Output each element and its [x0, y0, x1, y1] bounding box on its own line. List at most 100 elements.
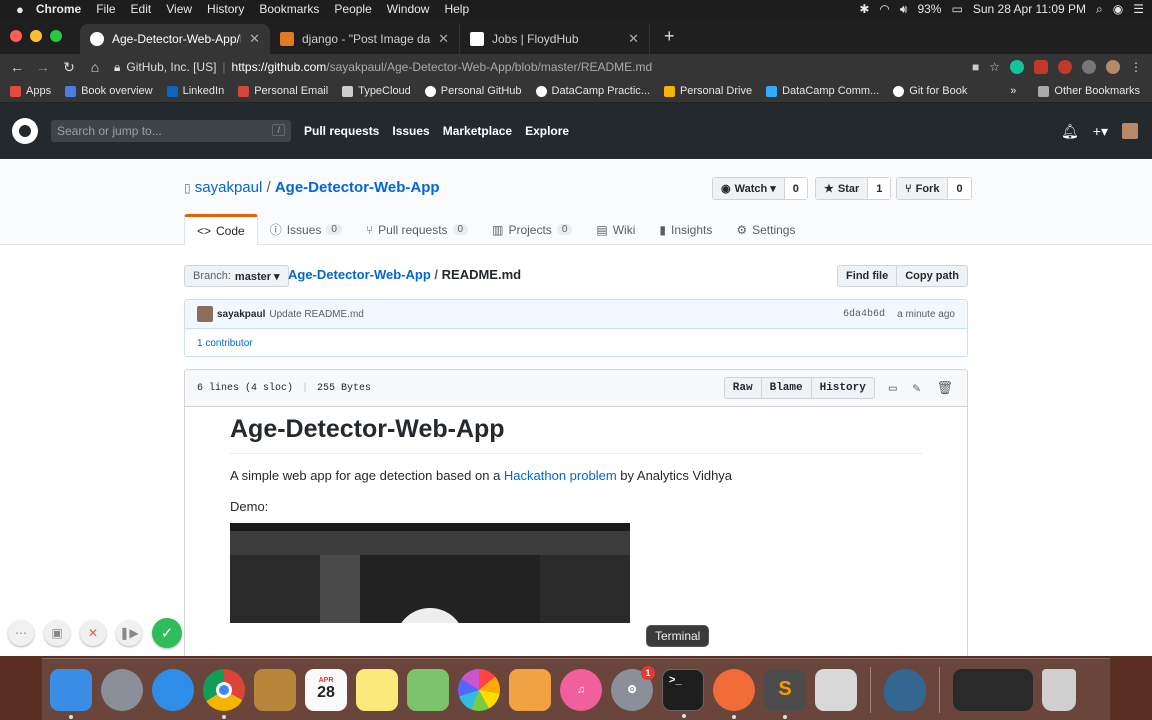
tab-pull-requests[interactable]: ⑂ Pull requests 0: [354, 214, 480, 245]
bookmark-linkedin[interactable]: LinkedIn: [166, 85, 224, 97]
pencil-icon[interactable]: ✎: [913, 381, 921, 396]
fork-button[interactable]: ⑂ Fork: [897, 178, 949, 199]
menu-help[interactable]: Help: [444, 2, 469, 16]
find-file-button[interactable]: Find file: [837, 265, 898, 287]
cancel-recording-icon[interactable]: ✕: [80, 620, 106, 646]
dock-photos-icon[interactable]: [458, 668, 500, 711]
commit-author-avatar[interactable]: [197, 306, 213, 322]
tab-settings[interactable]: ⚙ Settings: [724, 214, 807, 245]
forward-button[interactable]: →: [30, 59, 56, 75]
commit-author[interactable]: sayakpaul: [217, 309, 265, 320]
camera-toggle-icon[interactable]: ▣: [44, 620, 70, 646]
siri-icon[interactable]: ◉: [1113, 2, 1123, 16]
chrome-menu-icon[interactable]: ⋮: [1130, 60, 1142, 74]
trash-icon[interactable]: 🗑︎: [936, 381, 953, 396]
dock-trash-icon[interactable]: [1042, 668, 1076, 711]
menu-edit[interactable]: Edit: [131, 2, 152, 16]
search-input[interactable]: Search or jump to... /: [51, 120, 291, 142]
tab-code[interactable]: <> Code: [184, 214, 258, 245]
bookmark-git-for-book[interactable]: Git for Book: [893, 85, 967, 97]
nav-explore[interactable]: Explore: [525, 124, 569, 138]
dock-desktop-stack-icon[interactable]: [953, 668, 1033, 711]
wifi-icon[interactable]: ◠: [879, 2, 889, 16]
repo-name-link[interactable]: Age-Detector-Web-App: [275, 179, 440, 196]
commit-message[interactable]: Update README.md: [269, 309, 363, 320]
star-button[interactable]: ★ Star: [816, 178, 869, 199]
notifications-bell-icon[interactable]: 🔔︎: [1061, 123, 1079, 140]
watch-button[interactable]: ◉ Watch ▾: [713, 178, 785, 199]
dock-maps-icon[interactable]: [407, 668, 449, 711]
tab-issues[interactable]: ⓘ Issues 0: [258, 214, 354, 245]
github-logo-icon[interactable]: [12, 118, 38, 144]
tab-github-readme[interactable]: Age-Detector-Web-App/READM ✕: [80, 24, 270, 54]
tab-floydhub[interactable]: Jobs | FloydHub ✕: [460, 24, 650, 54]
menu-file[interactable]: File: [96, 2, 115, 16]
dock-postgresql-icon[interactable]: [884, 668, 926, 711]
menu-people[interactable]: People: [334, 2, 371, 16]
dock-sublime-text-icon[interactable]: S: [764, 668, 806, 719]
bookmark-apps[interactable]: Apps: [10, 85, 51, 97]
tab-projects[interactable]: ▥ Projects 0: [480, 214, 584, 245]
grammarly-icon[interactable]: [1010, 60, 1024, 74]
bookmark-datacamp-community[interactable]: DataCamp Comm...: [766, 85, 879, 97]
tab-wiki[interactable]: ▤ Wiki: [584, 214, 647, 245]
nav-pull-requests[interactable]: Pull requests: [304, 124, 379, 138]
dock-chrome-icon[interactable]: [203, 668, 245, 719]
menu-bookmarks[interactable]: Bookmarks: [259, 2, 319, 16]
menu-history[interactable]: History: [207, 2, 244, 16]
pause-recording-icon[interactable]: ❚▶: [116, 620, 142, 646]
camera-icon[interactable]: ■: [972, 60, 979, 74]
close-window-button[interactable]: [10, 30, 22, 42]
home-button[interactable]: ⌂: [82, 59, 108, 75]
dock-system-preferences-icon[interactable]: ⚙ 1: [611, 665, 655, 711]
fork-count[interactable]: 0: [948, 178, 971, 199]
bookmark-star-icon[interactable]: ☆: [989, 60, 1000, 74]
hackathon-problem-link[interactable]: Hackathon problem: [504, 468, 617, 483]
star-count[interactable]: 1: [868, 178, 891, 199]
demo-screenshot-image[interactable]: [230, 523, 630, 623]
minimize-window-button[interactable]: [30, 30, 42, 42]
commit-sha[interactable]: 6da4b6d: [843, 309, 885, 320]
create-new-plus-icon[interactable]: +▾: [1093, 123, 1108, 140]
close-tab-icon[interactable]: ✕: [249, 31, 260, 47]
adblock-icon[interactable]: [1034, 60, 1048, 74]
user-avatar[interactable]: [1122, 123, 1138, 139]
dock-postman-icon[interactable]: [713, 668, 755, 719]
bookmark-typecloud[interactable]: TypeCloud: [342, 85, 411, 97]
profile-avatar-icon[interactable]: [1106, 60, 1120, 74]
dock-photo-viewer-icon[interactable]: [815, 668, 857, 711]
menu-window[interactable]: Window: [387, 2, 430, 16]
close-tab-icon[interactable]: ✕: [628, 31, 639, 47]
dock-notes-icon[interactable]: [356, 668, 398, 711]
menu-chrome[interactable]: Chrome: [36, 2, 81, 16]
tab-django[interactable]: django - "Post Image data usin ✕: [270, 24, 460, 54]
dock-itunes-icon[interactable]: ♫: [560, 668, 602, 711]
dock-notefile-icon[interactable]: [254, 668, 296, 711]
other-bookmarks[interactable]: Other Bookmarks: [1038, 85, 1140, 97]
close-tab-icon[interactable]: ✕: [438, 31, 449, 47]
branch-select-button[interactable]: Branch: master ▾: [184, 265, 289, 287]
repo-owner-link[interactable]: sayakpaul: [195, 179, 263, 196]
dock-calendar-icon[interactable]: APR 28: [305, 668, 347, 711]
bookmark-book-overview[interactable]: Book overview: [65, 85, 153, 97]
battery-icon[interactable]: ▭: [951, 2, 962, 16]
extension-gray-icon[interactable]: [1082, 60, 1096, 74]
history-button[interactable]: History: [811, 377, 875, 399]
tab-insights[interactable]: ▮ Insights: [647, 214, 724, 245]
finish-recording-checkmark-icon[interactable]: ✓: [152, 618, 182, 648]
battery-text[interactable]: 93%: [917, 2, 941, 16]
maximize-window-button[interactable]: [50, 30, 62, 42]
more-options-icon[interactable]: ⋯: [8, 620, 34, 646]
watch-count[interactable]: 0: [784, 178, 807, 199]
dock-terminal-icon[interactable]: >_: [662, 668, 704, 718]
blame-button[interactable]: Blame: [761, 377, 812, 399]
bookmark-personal-github[interactable]: Personal GitHub: [424, 85, 522, 97]
bookmarks-overflow-icon[interactable]: »: [1010, 85, 1016, 97]
bookmark-personal-email[interactable]: Personal Email: [238, 85, 328, 97]
raw-button[interactable]: Raw: [723, 377, 762, 399]
dock-pages-icon[interactable]: [509, 668, 551, 711]
desktop-icon[interactable]: ▭: [889, 381, 897, 396]
address-bar[interactable]: 🔒︎ GitHub, Inc. [US] | https://github.co…: [114, 56, 966, 78]
bluetooth-icon[interactable]: ✱: [859, 2, 869, 16]
back-button[interactable]: ←: [4, 59, 30, 75]
